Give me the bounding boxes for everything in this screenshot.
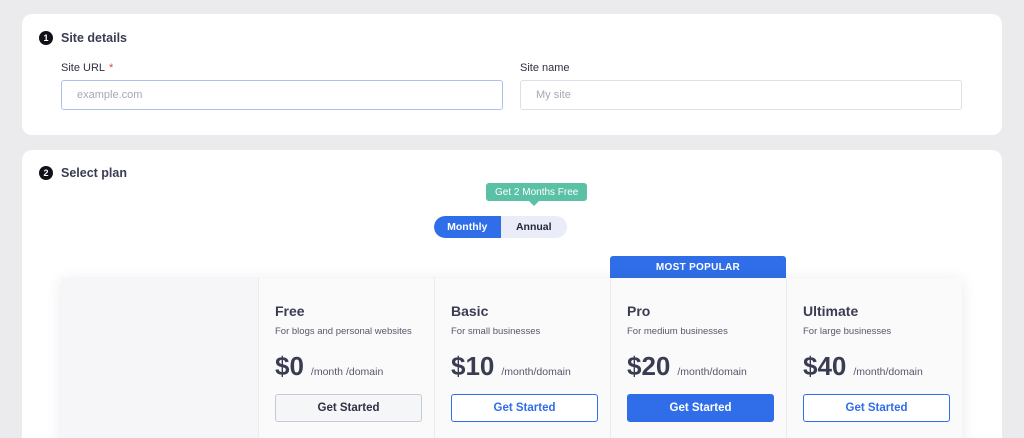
plans-table: Free For blogs and personal websites $0 … — [61, 278, 962, 438]
plan-price-period: /month /domain — [310, 366, 384, 378]
select-plan-header: 2 Select plan — [39, 166, 127, 180]
plan-description: For blogs and personal websites — [275, 326, 412, 337]
billing-option-annual[interactable]: Annual — [501, 216, 568, 238]
plan-price-amount: $0 — [275, 351, 304, 381]
promo-badge: Get 2 Months Free — [486, 183, 588, 201]
site-url-field: Site URL * — [61, 61, 503, 110]
plan-price: $20 /month/domain — [627, 351, 786, 383]
site-url-label: Site URL — [61, 62, 106, 74]
plans-feature-column — [61, 278, 259, 438]
site-details-title: Site details — [61, 31, 127, 45]
billing-toggle: Monthly Annual — [434, 216, 567, 238]
plan-name: Pro — [627, 303, 651, 319]
plan-description: For large businesses — [803, 326, 892, 337]
site-url-label-row: Site URL * — [61, 61, 503, 75]
billing-option-monthly[interactable]: Monthly — [434, 216, 501, 238]
plan-price-period: /month/domain — [677, 366, 747, 378]
promo-badge-pointer — [529, 201, 539, 206]
site-name-input[interactable] — [520, 80, 962, 110]
most-popular-ribbon: MOST POPULAR — [610, 256, 786, 278]
plan-price-period: /month/domain — [853, 366, 923, 378]
site-details-header: 1 Site details — [39, 31, 127, 45]
plan-name: Ultimate — [803, 303, 859, 319]
site-name-field: Site name — [520, 61, 962, 110]
site-name-label: Site name — [520, 62, 570, 74]
select-plan-title: Select plan — [61, 166, 127, 180]
plan-free: Free For blogs and personal websites $0 … — [259, 278, 435, 438]
step-number-badge: 1 — [39, 31, 53, 45]
step-number-badge: 2 — [39, 166, 53, 180]
plan-basic: Basic For small businesses $10 /month/do… — [435, 278, 611, 438]
site-name-label-row: Site name — [520, 61, 962, 75]
plan-ultimate: Ultimate For large businesses $40 /month… — [787, 278, 962, 438]
get-started-button-ultimate[interactable]: Get Started — [803, 394, 950, 422]
plan-description: For medium businesses — [627, 326, 728, 337]
site-details-card: 1 Site details Site URL * Site name — [22, 14, 1002, 135]
plan-name: Free — [275, 303, 305, 319]
required-asterisk: * — [109, 62, 114, 74]
plan-price-amount: $40 — [803, 351, 847, 381]
get-started-button-free[interactable]: Get Started — [275, 394, 422, 422]
get-started-button-basic[interactable]: Get Started — [451, 394, 598, 422]
plan-price-amount: $10 — [451, 351, 495, 381]
plan-pro: Pro For medium businesses $20 /month/dom… — [611, 278, 787, 438]
plan-price: $0 /month /domain — [275, 351, 434, 383]
plan-name: Basic — [451, 303, 489, 319]
plan-price-amount: $20 — [627, 351, 671, 381]
plan-price-period: /month/domain — [501, 366, 571, 378]
get-started-button-pro[interactable]: Get Started — [627, 394, 774, 422]
plan-price: $10 /month/domain — [451, 351, 610, 383]
plan-price: $40 /month/domain — [803, 351, 962, 383]
site-url-input[interactable] — [61, 80, 503, 110]
select-plan-card: 2 Select plan Get 2 Months Free Monthly … — [22, 150, 1002, 438]
plan-description: For small businesses — [451, 326, 541, 337]
